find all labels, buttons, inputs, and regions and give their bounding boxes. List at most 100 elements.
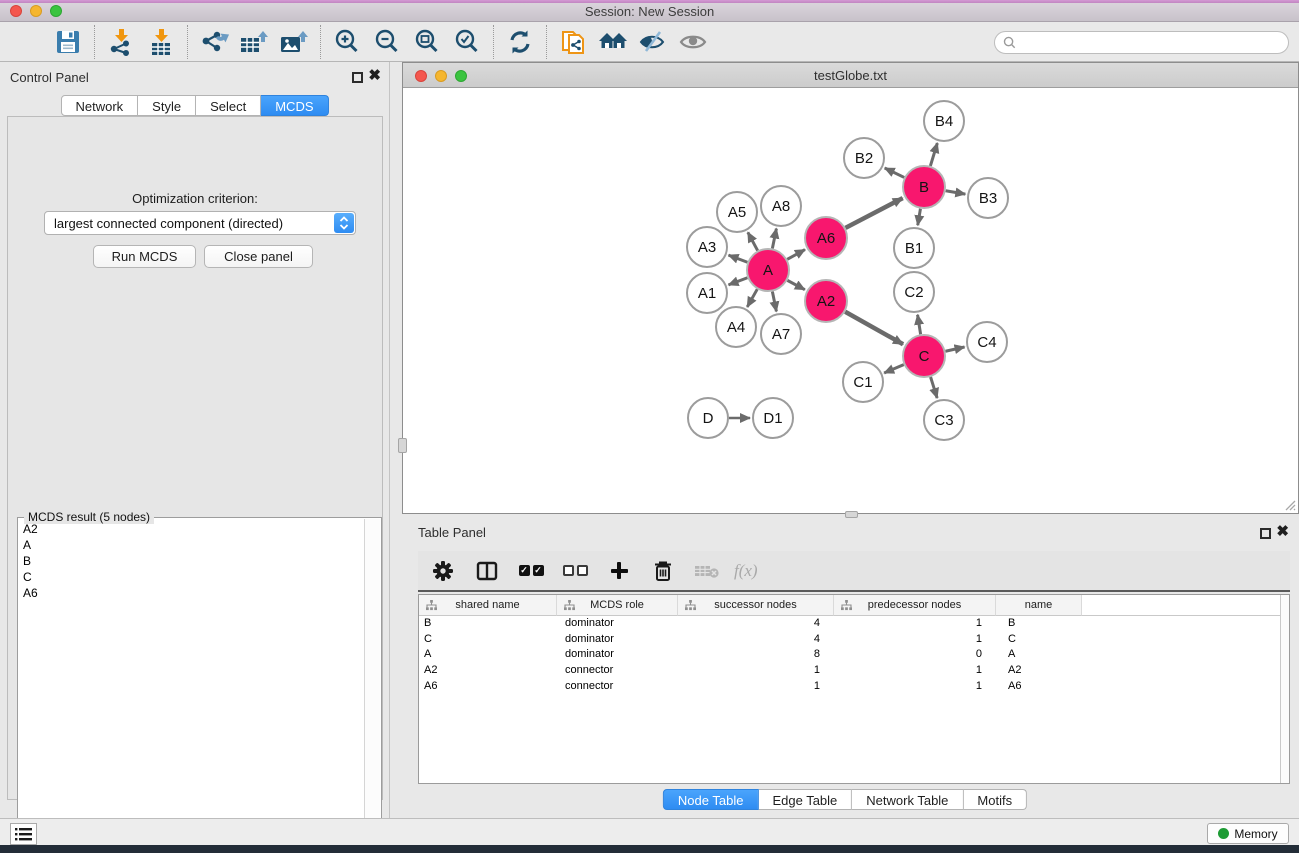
close-table-panel-icon[interactable]: ✖ <box>1276 522 1289 542</box>
table-row[interactable]: Adominator80A <box>419 647 1289 663</box>
cell-predecessor-nodes[interactable]: 1 <box>834 632 996 648</box>
zoom-in-button[interactable] <box>327 23 367 61</box>
graph-edge-A-A2[interactable] <box>787 280 804 289</box>
column-header-mcds-role[interactable]: MCDS role <box>557 595 678 616</box>
close-panel-button[interactable]: Close panel <box>204 245 313 268</box>
tab-node-table[interactable]: Node Table <box>663 789 759 810</box>
mcds-result-item[interactable]: A2 <box>19 521 364 537</box>
export-image-button[interactable] <box>274 23 314 61</box>
task-history-button[interactable] <box>10 823 37 845</box>
graph-node-C[interactable]: C <box>903 335 945 377</box>
close-panel-icon[interactable]: ✖ <box>368 66 381 86</box>
memory-button[interactable]: Memory <box>1207 823 1289 844</box>
column-header-predecessor-nodes[interactable]: predecessor nodes <box>834 595 996 616</box>
graph-node-D[interactable]: D <box>688 398 728 438</box>
graph-node-A1[interactable]: A1 <box>687 273 727 313</box>
cell-name[interactable]: C <box>996 632 1082 648</box>
export-network-button[interactable] <box>194 23 234 61</box>
float-panel-icon[interactable] <box>352 72 363 83</box>
graph-edge-A-A8[interactable] <box>772 229 776 249</box>
tab-network-table[interactable]: Network Table <box>852 789 963 810</box>
cell-predecessor-nodes[interactable]: 0 <box>834 647 996 663</box>
network-canvas[interactable]: B4B2BB3A8A5A6A3B1AA1C2A2A4A7C4CC1DD1C3 <box>403 88 1298 513</box>
cell-mcds-role[interactable]: dominator <box>557 616 678 632</box>
cell-mcds-role[interactable]: dominator <box>557 647 678 663</box>
function-builder-icon[interactable]: f(x) <box>734 561 758 581</box>
cell-mcds-role[interactable]: connector <box>557 679 678 695</box>
show-eye-button[interactable] <box>673 23 713 61</box>
result-list-scrollbar[interactable] <box>364 519 380 848</box>
mcds-result-list[interactable]: A2ABCA6 <box>19 521 364 848</box>
cell-name[interactable]: A <box>996 647 1082 663</box>
cell-shared-name[interactable]: A2 <box>419 663 557 679</box>
cell-shared-name[interactable]: B <box>419 616 557 632</box>
graph-edge-C-C3[interactable] <box>931 377 938 398</box>
refresh-view-button[interactable] <box>500 23 540 61</box>
mcds-result-item[interactable]: A <box>19 537 364 553</box>
delete-column-button[interactable] <box>646 553 680 589</box>
graph-edge-A-A4[interactable] <box>747 289 757 307</box>
mcds-result-item[interactable]: A6 <box>19 585 364 601</box>
tab-motifs[interactable]: Motifs <box>963 789 1027 810</box>
select-all-checks-button[interactable]: ✓✓ <box>514 553 548 589</box>
column-header-name[interactable]: name <box>996 595 1082 616</box>
graph-node-C3[interactable]: C3 <box>924 400 964 440</box>
table-settings-gear-button[interactable] <box>426 553 460 589</box>
delete-table-button[interactable] <box>690 553 724 589</box>
table-scrollbar[interactable] <box>1280 595 1289 783</box>
graph-edge-B-B3[interactable] <box>946 191 966 194</box>
graph-edge-A-A3[interactable] <box>729 255 748 262</box>
add-column-button[interactable] <box>602 553 636 589</box>
mcds-result-item[interactable]: B <box>19 553 364 569</box>
cell-predecessor-nodes[interactable]: 1 <box>834 663 996 679</box>
network-window-titlebar[interactable]: testGlobe.txt <box>403 63 1298 88</box>
cell-shared-name[interactable]: A6 <box>419 679 557 695</box>
cell-name[interactable]: B <box>996 616 1082 632</box>
cell-successor-nodes[interactable]: 8 <box>678 647 834 663</box>
network-graph[interactable]: B4B2BB3A8A5A6A3B1AA1C2A2A4A7C4CC1DD1C3 <box>403 88 1298 514</box>
graph-node-B1[interactable]: B1 <box>894 228 934 268</box>
zoom-out-button[interactable] <box>367 23 407 61</box>
graph-node-C2[interactable]: C2 <box>894 272 934 312</box>
import-network-button[interactable] <box>101 23 141 61</box>
graph-node-A8[interactable]: A8 <box>761 186 801 226</box>
graph-node-A5[interactable]: A5 <box>717 192 757 232</box>
criterion-dropdown[interactable]: largest connected component (directed) <box>44 211 356 235</box>
home-button[interactable] <box>593 23 633 61</box>
graph-edge-C-C2[interactable] <box>918 315 921 335</box>
cell-mcds-role[interactable]: dominator <box>557 632 678 648</box>
graph-node-A7[interactable]: A7 <box>761 314 801 354</box>
table-row[interactable]: Cdominator41C <box>419 632 1289 648</box>
graph-node-B4[interactable]: B4 <box>924 101 964 141</box>
column-header-successor-nodes[interactable]: successor nodes <box>678 595 834 616</box>
cell-predecessor-nodes[interactable]: 1 <box>834 616 996 632</box>
graph-node-A3[interactable]: A3 <box>687 227 727 267</box>
toggle-graphics-details-button[interactable] <box>633 23 673 61</box>
tab-edge-table[interactable]: Edge Table <box>758 789 852 810</box>
cell-mcds-role[interactable]: connector <box>557 663 678 679</box>
export-table-button[interactable] <box>234 23 274 61</box>
table-row[interactable]: A6connector11A6 <box>419 679 1289 695</box>
cell-successor-nodes[interactable]: 4 <box>678 616 834 632</box>
float-table-panel-icon[interactable] <box>1260 528 1271 539</box>
deselect-all-checks-button[interactable] <box>558 553 592 589</box>
graph-edge-C-C1[interactable] <box>884 365 904 373</box>
tab-select[interactable]: Select <box>196 95 261 116</box>
cell-name[interactable]: A6 <box>996 679 1082 695</box>
graph-edge-A6-B[interactable] <box>846 198 903 228</box>
mcds-result-item[interactable]: C <box>19 569 364 585</box>
cell-successor-nodes[interactable]: 4 <box>678 632 834 648</box>
table-row[interactable]: Bdominator41B <box>419 616 1289 632</box>
horizontal-splitter-grip[interactable] <box>845 511 858 518</box>
graph-edge-B-B2[interactable] <box>885 168 904 177</box>
vertical-splitter-grip[interactable] <box>398 438 407 453</box>
tab-mcds[interactable]: MCDS <box>261 95 328 116</box>
column-header-shared-name[interactable]: shared name <box>419 595 557 616</box>
cell-predecessor-nodes[interactable]: 1 <box>834 679 996 695</box>
graph-node-A[interactable]: A <box>747 249 789 291</box>
tab-style[interactable]: Style <box>138 95 196 116</box>
graph-node-A4[interactable]: A4 <box>716 307 756 347</box>
graph-edge-A-A7[interactable] <box>772 292 776 312</box>
cell-successor-nodes[interactable]: 1 <box>678 663 834 679</box>
table-row[interactable]: A2connector11A2 <box>419 663 1289 679</box>
